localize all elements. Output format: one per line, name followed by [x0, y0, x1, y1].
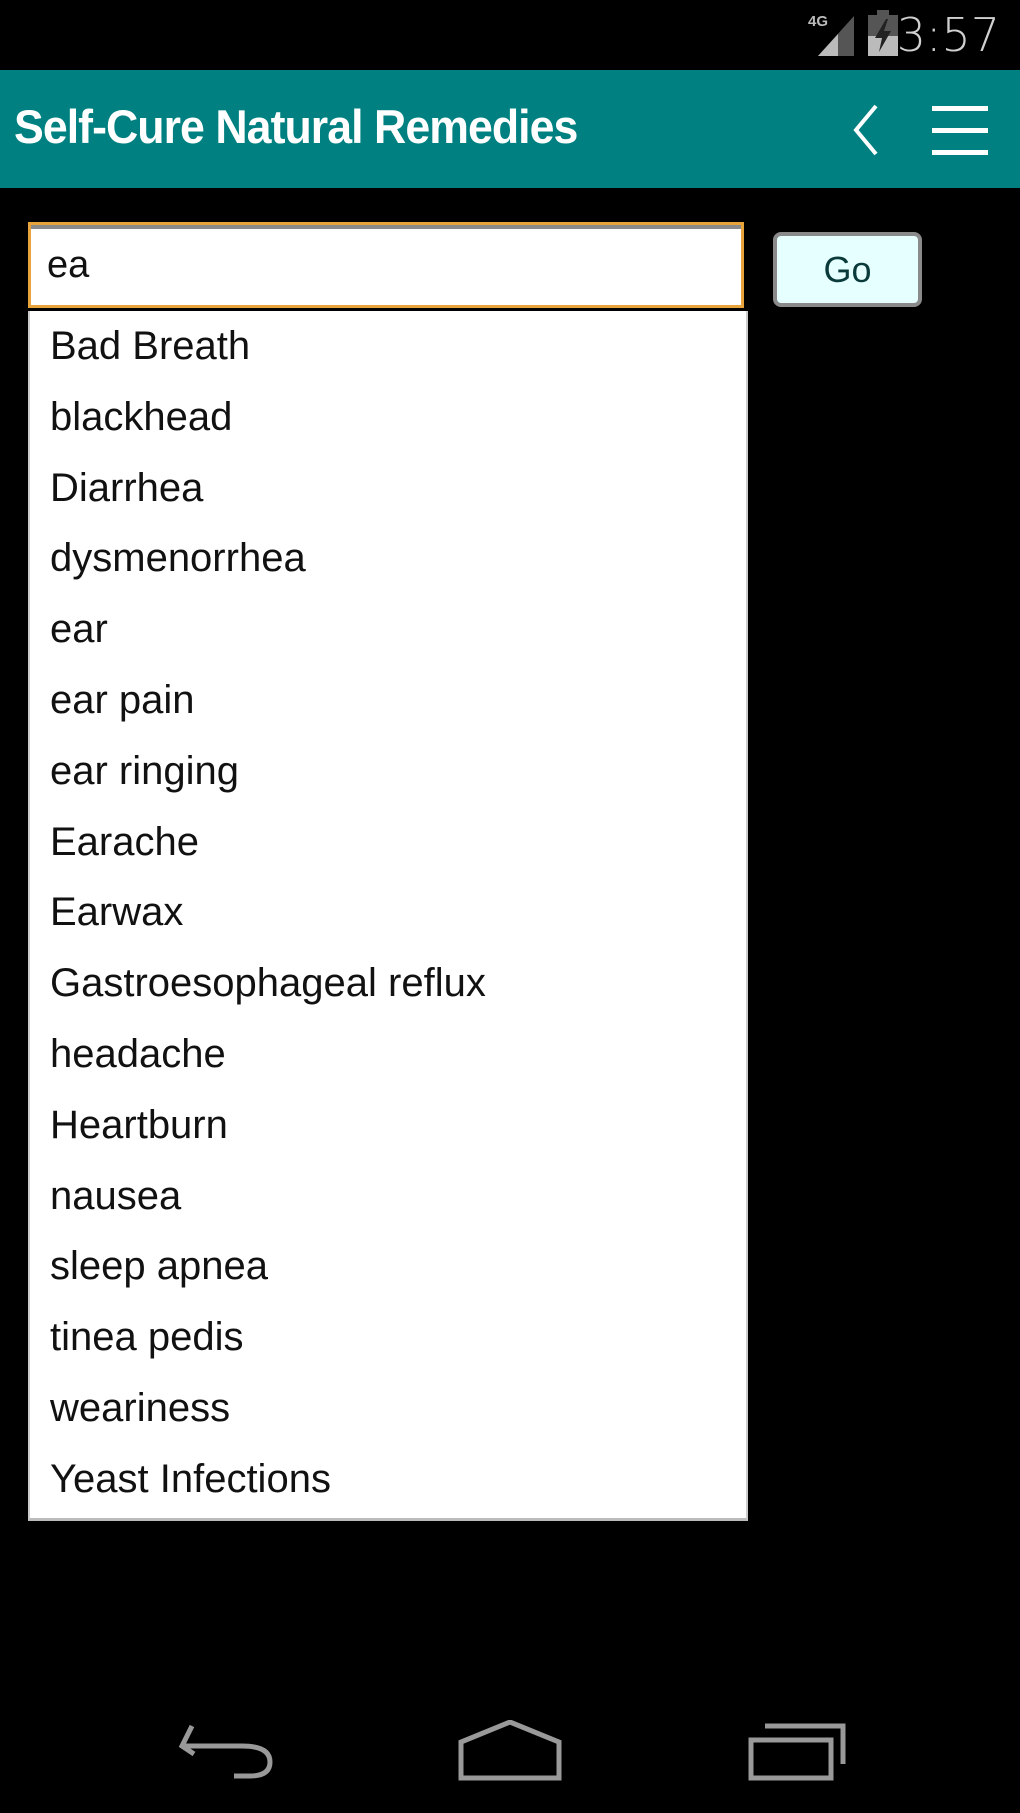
- suggestion-item[interactable]: Bad Breath: [30, 311, 746, 382]
- back-chevron-icon: [853, 104, 878, 156]
- suggestion-item[interactable]: Diarrhea: [30, 453, 746, 524]
- suggestion-item[interactable]: ear ringing: [30, 736, 746, 807]
- suggestion-item[interactable]: Heartburn: [30, 1090, 746, 1161]
- status-bar: 4G 3:57: [0, 0, 1020, 70]
- signal-icon: 4G: [808, 13, 854, 56]
- suggestion-item[interactable]: headache: [30, 1019, 746, 1090]
- suggestion-item[interactable]: sleep apnea: [30, 1231, 746, 1302]
- go-button[interactable]: Go: [773, 232, 922, 307]
- home-icon[interactable]: [458, 1720, 562, 1782]
- suggestion-item[interactable]: blackhead: [30, 382, 746, 453]
- suggestion-item[interactable]: nausea: [30, 1161, 746, 1232]
- suggestion-item[interactable]: weariness: [30, 1373, 746, 1444]
- recent-apps-icon[interactable]: [748, 1720, 848, 1782]
- back-icon[interactable]: [178, 1720, 278, 1782]
- suggestion-item[interactable]: tinea pedis: [30, 1302, 746, 1373]
- suggestion-item[interactable]: Yeast Infections: [30, 1444, 746, 1515]
- suggestion-dropdown: Bad Breath blackhead Diarrhea dysmenorrh…: [28, 311, 748, 1521]
- back-button[interactable]: [846, 102, 892, 158]
- system-nav-bar: [0, 1680, 1020, 1813]
- suggestion-item[interactable]: Gastroesophageal reflux: [30, 948, 746, 1019]
- clock: 3:57: [896, 8, 1000, 62]
- battery-charging-icon: [868, 10, 898, 56]
- app-title: Self-Cure Natural Remedies: [14, 100, 578, 153]
- network-type-label: 4G: [808, 13, 828, 30]
- suggestion-item[interactable]: ear: [30, 594, 746, 665]
- suggestion-item[interactable]: Earache: [30, 807, 746, 878]
- app-bar: Self-Cure Natural Remedies: [0, 70, 1020, 188]
- search-input[interactable]: [28, 222, 744, 308]
- suggestion-item[interactable]: ear pain: [30, 665, 746, 736]
- suggestion-item[interactable]: Earwax: [30, 877, 746, 948]
- menu-button[interactable]: [928, 102, 992, 158]
- suggestion-item[interactable]: dysmenorrhea: [30, 523, 746, 594]
